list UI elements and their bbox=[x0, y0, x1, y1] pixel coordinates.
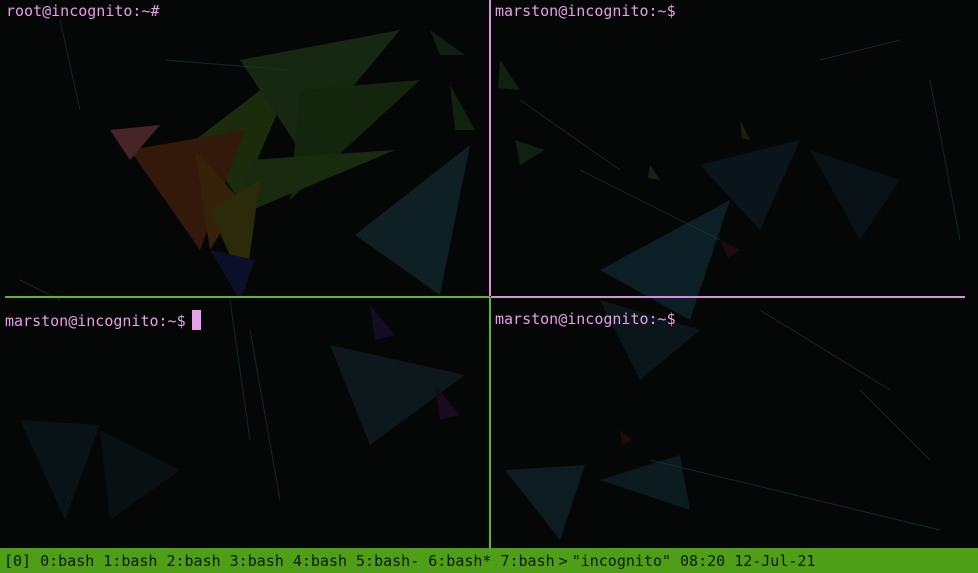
status-separator: > bbox=[558, 551, 568, 570]
pane-prompt-text: marston@incognito:~$ bbox=[5, 312, 186, 330]
window-tab-last[interactable]: 5:bash- bbox=[356, 552, 419, 570]
pane-divider-vertical-bottom[interactable] bbox=[489, 297, 491, 548]
pane-divider-horizontal-left[interactable] bbox=[5, 296, 490, 298]
pane-top-left[interactable]: root@incognito:~# bbox=[0, 0, 488, 295]
status-date: 12-Jul-21 bbox=[734, 551, 816, 570]
pane-bottom-left-active[interactable]: marston@incognito:~$ bbox=[0, 298, 488, 548]
session-name[interactable]: [0] bbox=[4, 552, 31, 570]
status-hostname: "incognito" bbox=[571, 551, 672, 570]
pane-divider-vertical-top[interactable] bbox=[489, 0, 491, 296]
pane-bottom-right[interactable]: marston@incognito:~$ bbox=[491, 298, 978, 548]
pane-prompt: marston@incognito:~$ bbox=[495, 310, 676, 328]
window-tab[interactable]: 0:bash bbox=[40, 552, 94, 570]
pane-prompt: marston@incognito:~$ bbox=[495, 2, 676, 20]
pane-prompt: marston@incognito:~$ bbox=[5, 310, 201, 330]
pane-prompt: root@incognito:~# bbox=[6, 2, 160, 20]
window-tab[interactable]: 4:bash bbox=[293, 552, 347, 570]
window-tab[interactable]: 3:bash bbox=[230, 552, 284, 570]
window-tab[interactable]: 1:bash bbox=[103, 552, 157, 570]
pane-divider-horizontal-right[interactable] bbox=[491, 296, 965, 298]
pane-top-right[interactable]: marston@incognito:~$ bbox=[491, 0, 978, 295]
window-tab[interactable]: 2:bash bbox=[166, 552, 220, 570]
status-time: 08:20 bbox=[680, 551, 726, 570]
text-cursor bbox=[191, 310, 201, 330]
window-tab[interactable]: 7:bash bbox=[500, 552, 554, 570]
tmux-terminal-window: root@incognito:~# marston@incognito:~$ m… bbox=[0, 0, 978, 573]
tmux-status-bar: [0] 0:bash 1:bash 2:bash 3:bash 4:bash 5… bbox=[0, 548, 978, 573]
window-tab-current[interactable]: 6:bash* bbox=[428, 552, 491, 570]
